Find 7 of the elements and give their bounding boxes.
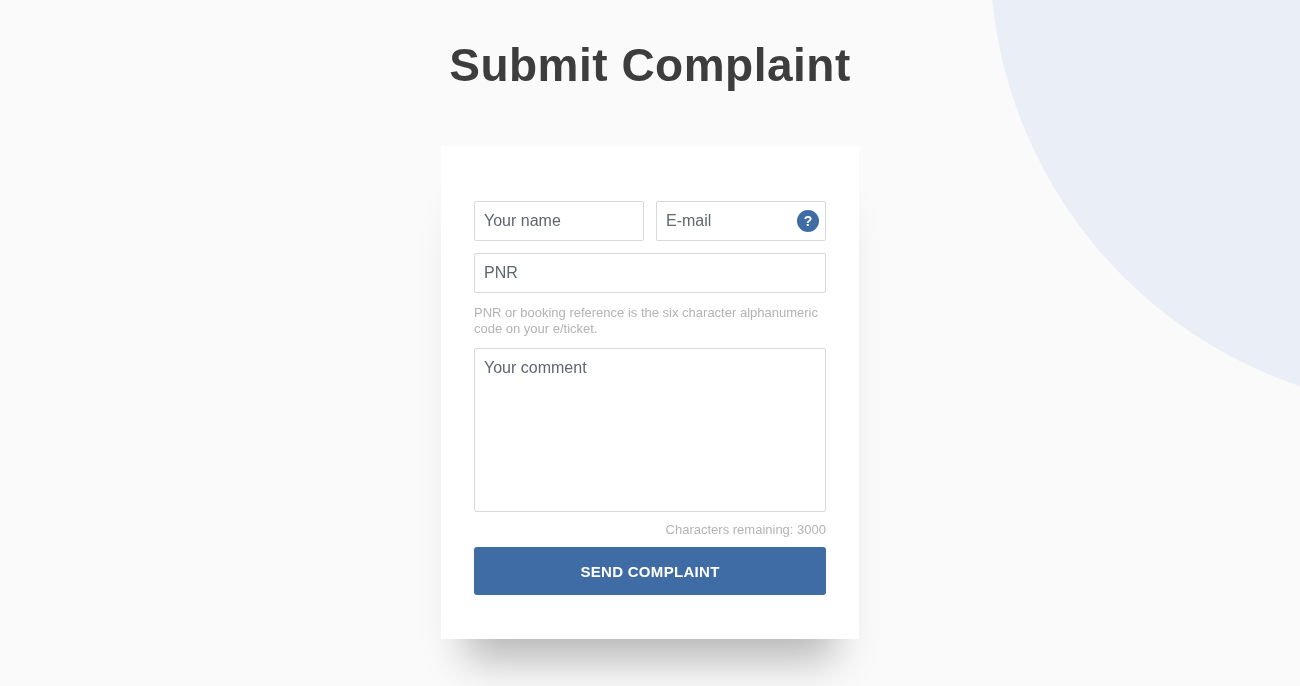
pnr-input-field[interactable]: PNR [474,253,826,293]
pnr-hint-text: PNR or booking reference is the six character alphanumeric code on your e/ticket. [474,305,819,337]
page-title: Submit Complaint [449,38,851,93]
comment-field[interactable]: Your comment [474,348,826,512]
name-input-field[interactable]: Your name [474,201,644,241]
send-complaint-button[interactable]: SEND COMPLAINT [474,547,826,595]
characters-remaining-text: Characters remaining: 3000 [665,522,826,537]
